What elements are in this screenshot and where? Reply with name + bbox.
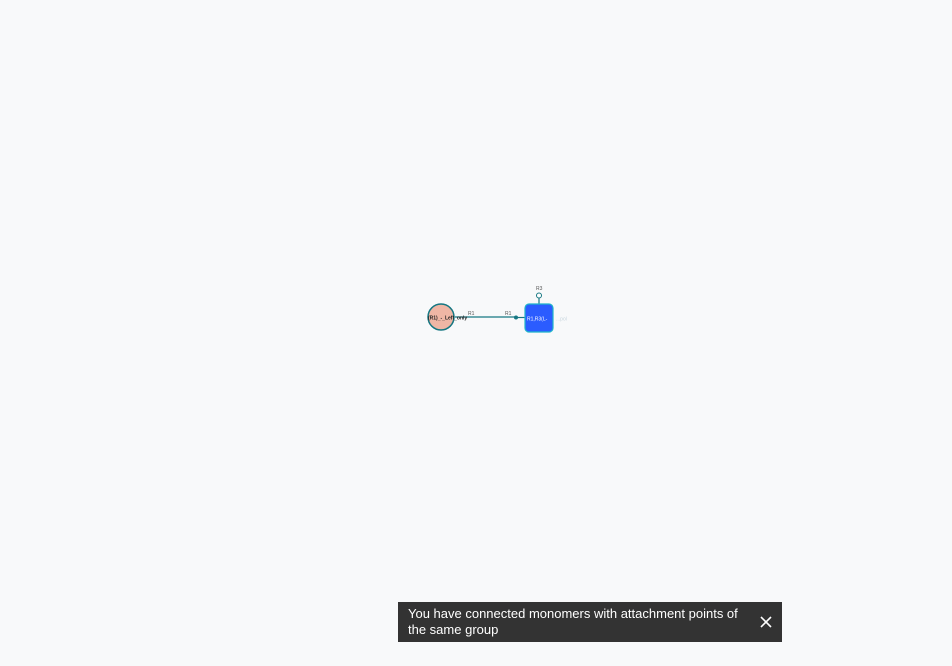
attachment-label-r3: R3 [536,286,543,292]
monomer-right-label-overflow: ...pol [556,317,567,323]
monomer-left-label: (R1)_-_Left_only [428,316,467,322]
molecule-canvas-svg[interactable]: (R1)_-_Left_only R1 R3 R1 R1,R3(L- ...po… [0,0,952,666]
warning-toast: You have connected monomers with attachm… [398,602,782,642]
editor-canvas[interactable]: (R1)_-_Left_only R1 R3 R1 R1,R3(L- ...po… [0,0,952,666]
close-icon[interactable] [756,612,776,632]
toast-message: You have connected monomers with attachm… [408,606,738,637]
attachment-label-r1-right: R1 [505,311,512,317]
monomer-right[interactable]: R3 R1 R1,R3(L- ...pol [505,286,567,333]
close-icon-glyph [760,616,772,628]
attachment-point-r3[interactable] [536,292,542,299]
monomer-right-label: R1,R3(L- [527,317,548,323]
attachment-label-r1-left: R1 [468,311,475,317]
